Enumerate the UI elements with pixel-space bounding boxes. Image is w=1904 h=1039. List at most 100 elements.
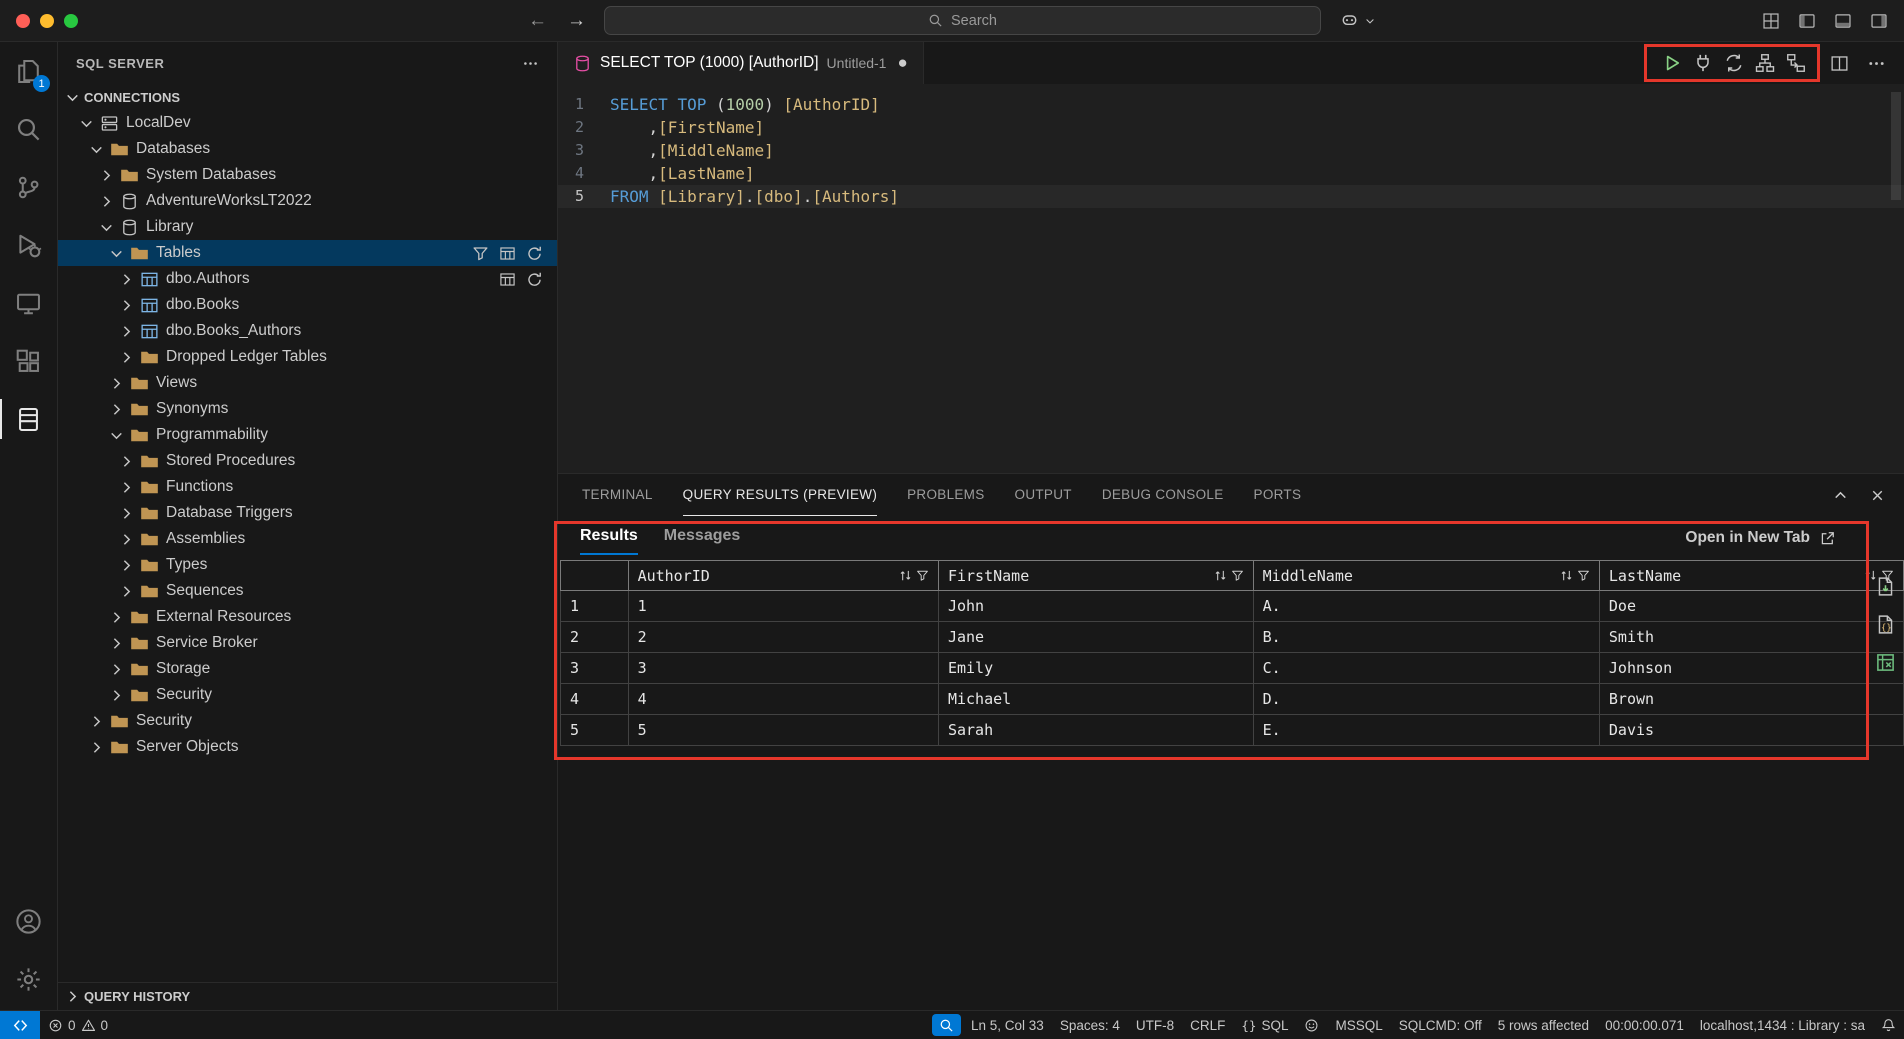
tree-item-service-broker[interactable]: Service Broker: [58, 630, 557, 656]
chevron-right-icon[interactable]: [116, 271, 136, 288]
chevron-right-icon[interactable]: [116, 557, 136, 574]
sidebar-more-actions-button[interactable]: [522, 55, 539, 72]
cell-firstname[interactable]: Sarah: [938, 715, 1253, 746]
run-query-button[interactable]: [1662, 53, 1682, 73]
sort-button[interactable]: [1213, 568, 1228, 583]
connections-section-header[interactable]: CONNECTIONS: [58, 84, 557, 110]
cell-firstname[interactable]: John: [938, 591, 1253, 622]
activity-bar-item-settings[interactable]: [0, 950, 57, 1008]
panel-tab-query-results-preview[interactable]: QUERY RESULTS (PREVIEW): [683, 474, 877, 516]
cell-firstname[interactable]: Jane: [938, 622, 1253, 653]
column-header-authorid[interactable]: AuthorID: [628, 561, 938, 591]
cell-authorid[interactable]: 2: [628, 622, 938, 653]
sort-button[interactable]: [1559, 568, 1574, 583]
toggle-panel-button[interactable]: [1834, 12, 1852, 30]
column-header-lastname[interactable]: LastName: [1599, 561, 1903, 591]
grid-row-2[interactable]: 22JaneB.Smith: [561, 622, 1904, 653]
customize-layout-button[interactable]: [1762, 12, 1780, 30]
minimize-window-button[interactable]: [40, 14, 54, 28]
row-number-cell[interactable]: 2: [561, 622, 629, 653]
status-language-mode[interactable]: {}SQL: [1233, 1011, 1296, 1039]
chevron-right-icon[interactable]: [96, 167, 116, 184]
chevron-down-icon[interactable]: [106, 427, 126, 444]
column-filter-button[interactable]: [916, 569, 929, 582]
status-encoding[interactable]: UTF-8: [1128, 1011, 1182, 1039]
more-actions-button[interactable]: [1867, 54, 1886, 73]
copilot-menu-button[interactable]: [1340, 11, 1376, 30]
maximize-panel-button[interactable]: [1832, 487, 1849, 504]
code-editor[interactable]: 1SELECT TOP (1000) [AuthorID]2 ,[FirstNa…: [558, 84, 1904, 473]
panel-tab-debug-console[interactable]: DEBUG CONSOLE: [1102, 474, 1224, 516]
chevron-down-icon[interactable]: [76, 115, 96, 132]
cell-middlename[interactable]: C.: [1253, 653, 1599, 684]
query-history-section-header[interactable]: QUERY HISTORY: [58, 982, 557, 1010]
panel-tab-problems[interactable]: PROBLEMS: [907, 474, 984, 516]
cell-middlename[interactable]: D.: [1253, 684, 1599, 715]
tree-item-types[interactable]: Types: [58, 552, 557, 578]
grid-row-1[interactable]: 11JohnA.Doe: [561, 591, 1904, 622]
chevron-right-icon[interactable]: [96, 193, 116, 210]
change-connection-button[interactable]: [1724, 53, 1744, 73]
status-query-duration[interactable]: 00:00:00.071: [1597, 1011, 1692, 1039]
cell-authorid[interactable]: 5: [628, 715, 938, 746]
row-number-cell[interactable]: 1: [561, 591, 629, 622]
toggle-secondary-sidebar-button[interactable]: [1870, 12, 1888, 30]
toggle-primary-sidebar-button[interactable]: [1798, 12, 1816, 30]
tree-item-stored-procedures[interactable]: Stored Procedures: [58, 448, 557, 474]
chevron-right-icon[interactable]: [116, 479, 136, 496]
save-as-csv-button[interactable]: [1875, 576, 1896, 597]
chevron-down-icon[interactable]: [86, 141, 106, 158]
split-editor-button[interactable]: [1830, 54, 1849, 73]
status-eol[interactable]: CRLF: [1182, 1011, 1233, 1039]
grid-corner-cell[interactable]: [561, 561, 629, 591]
go-forward-button[interactable]: →: [567, 10, 586, 32]
activity-bar-item-extensions[interactable]: [0, 332, 57, 390]
tree-item-dbo-books-authors[interactable]: dbo.Books_Authors: [58, 318, 557, 344]
grid-row-4[interactable]: 44MichaelD.Brown: [561, 684, 1904, 715]
results-view-tab-results[interactable]: Results: [580, 527, 638, 555]
column-filter-button[interactable]: [1231, 569, 1244, 582]
panel-tab-ports[interactable]: PORTS: [1254, 474, 1302, 516]
save-as-json-button[interactable]: {}: [1875, 614, 1896, 635]
go-back-button[interactable]: ←: [528, 10, 547, 32]
row-number-cell[interactable]: 5: [561, 715, 629, 746]
editor-scrollbar[interactable]: [1891, 92, 1901, 200]
status-connection-provider[interactable]: MSSQL: [1327, 1011, 1390, 1039]
tree-item-databases[interactable]: Databases: [58, 136, 557, 162]
modified-indicator[interactable]: ●: [897, 53, 907, 73]
close-window-button[interactable]: [16, 14, 30, 28]
chevron-right-icon[interactable]: [106, 635, 126, 652]
chevron-right-icon[interactable]: [116, 505, 136, 522]
status-indentation[interactable]: Spaces: 4: [1052, 1011, 1128, 1039]
tree-item-programmability[interactable]: Programmability: [58, 422, 557, 448]
activity-bar-item-run-debug[interactable]: [0, 216, 57, 274]
grid-row-5[interactable]: 55SarahE.Davis: [561, 715, 1904, 746]
tree-item-synonyms[interactable]: Synonyms: [58, 396, 557, 422]
activity-bar-item-source-control[interactable]: [0, 158, 57, 216]
refresh-button[interactable]: [526, 271, 543, 288]
chevron-right-icon[interactable]: [106, 609, 126, 626]
select-top-1000-button[interactable]: [499, 245, 516, 262]
zoom-window-button[interactable]: [64, 14, 78, 28]
activity-bar-item-sql-server[interactable]: [0, 390, 57, 448]
chevron-right-icon[interactable]: [116, 453, 136, 470]
chevron-right-icon[interactable]: [116, 323, 136, 340]
status-notifications[interactable]: [1873, 1011, 1904, 1039]
tree-item-database-triggers[interactable]: Database Triggers: [58, 500, 557, 526]
panel-tab-terminal[interactable]: TERMINAL: [582, 474, 653, 516]
status-rows-affected[interactable]: 5 rows affected: [1490, 1011, 1597, 1039]
command-center-search[interactable]: Search: [604, 6, 1321, 35]
code-line-3[interactable]: 3 ,[MiddleName]: [558, 139, 1904, 162]
chevron-right-icon[interactable]: [116, 531, 136, 548]
chevron-right-icon[interactable]: [116, 349, 136, 366]
status-zoom-indicator[interactable]: [932, 1014, 961, 1036]
tree-item-tables[interactable]: Tables: [58, 240, 557, 266]
enable-actual-plan-button[interactable]: [1786, 53, 1806, 73]
cell-lastname[interactable]: Davis: [1599, 715, 1903, 746]
activity-bar-item-accounts[interactable]: [0, 892, 57, 950]
tree-item-security[interactable]: Security: [58, 708, 557, 734]
code-line-4[interactable]: 4 ,[LastName]: [558, 162, 1904, 185]
refresh-button[interactable]: [526, 245, 543, 262]
tree-item-functions[interactable]: Functions: [58, 474, 557, 500]
filter-button[interactable]: [472, 245, 489, 262]
